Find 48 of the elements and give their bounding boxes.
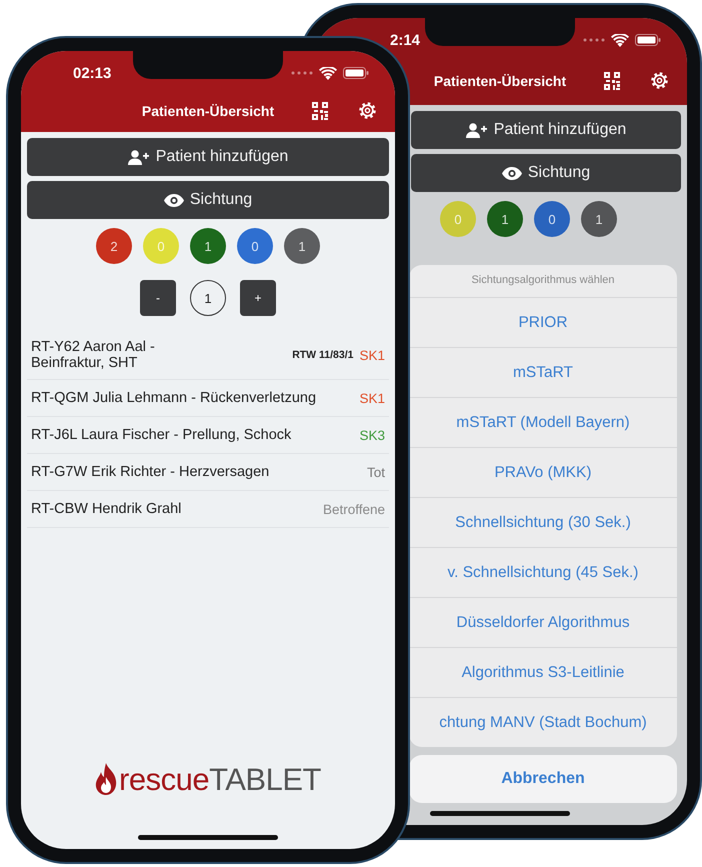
stepper-value: 1 xyxy=(190,280,226,316)
screen-title: Patienten-Übersicht xyxy=(434,72,566,88)
triage-count: 0 xyxy=(440,201,476,237)
triage-count: 1 xyxy=(284,228,320,264)
logo-wordmark: rescueTABLET xyxy=(119,764,321,795)
triage-button[interactable]: Sichtung xyxy=(411,154,681,192)
qr-code-icon[interactable] xyxy=(312,102,328,120)
settings-icon[interactable] xyxy=(358,101,377,120)
patient-name[interactable]: RT-CBW Hendrik Grahl xyxy=(31,501,317,517)
add-person-icon xyxy=(466,122,488,138)
status-time: 02:13 xyxy=(73,64,112,82)
triage-count: 1 xyxy=(581,201,617,237)
flame-icon xyxy=(95,763,118,795)
add-patient-button[interactable]: Patient hinzufügen xyxy=(411,111,681,149)
eye-icon xyxy=(164,194,184,206)
patient-name[interactable]: RT-Y62 Aaron Aal - Beinfraktur, SHT xyxy=(31,339,181,371)
wifi-icon xyxy=(319,66,337,80)
status-time: 2:14 xyxy=(390,32,420,48)
triage-category: Tot xyxy=(366,464,385,480)
patient-name[interactable]: RT-G7W Erik Richter - Herzversagen xyxy=(31,464,361,480)
cellular-signal-icon xyxy=(583,38,605,42)
increment-button[interactable]: + xyxy=(240,280,276,316)
wifi-icon xyxy=(611,34,629,46)
cellular-signal-icon xyxy=(291,71,313,75)
triage-button[interactable]: Sichtung xyxy=(27,181,389,219)
patient-name[interactable]: RT-QGM Julia Lehmann - Rückenverletzung xyxy=(31,390,354,406)
eye-icon xyxy=(502,166,522,180)
triage-count: 2 xyxy=(96,228,132,264)
battery-icon xyxy=(635,34,661,46)
patient-name[interactable]: RT-J6L Laura Fischer - Prellung, Schock xyxy=(31,427,354,443)
decrement-button[interactable]: - xyxy=(140,280,176,316)
triage-category: Betroffene xyxy=(322,502,385,516)
cancel-button[interactable]: Abbrechen xyxy=(409,755,677,803)
triage-category: SK1 xyxy=(359,390,385,406)
triage-count: 1 xyxy=(190,228,226,264)
settings-icon[interactable] xyxy=(650,71,669,90)
triage-category: SK3 xyxy=(359,428,385,442)
triage-category: SK1 xyxy=(359,348,385,362)
screen-title: Patienten-Übersicht xyxy=(142,102,274,118)
triage-count: 1 xyxy=(487,201,523,237)
triage-count: 0 xyxy=(534,201,570,237)
triage-count: 0 xyxy=(237,228,273,264)
qr-code-icon[interactable] xyxy=(604,72,620,90)
add-patient-button[interactable]: Patient hinzufügen xyxy=(27,138,389,176)
add-person-icon xyxy=(128,150,150,164)
triage-count: 0 xyxy=(143,228,179,264)
battery-icon xyxy=(343,67,369,79)
vehicle-label: RTW 11/83/1 xyxy=(291,349,354,361)
